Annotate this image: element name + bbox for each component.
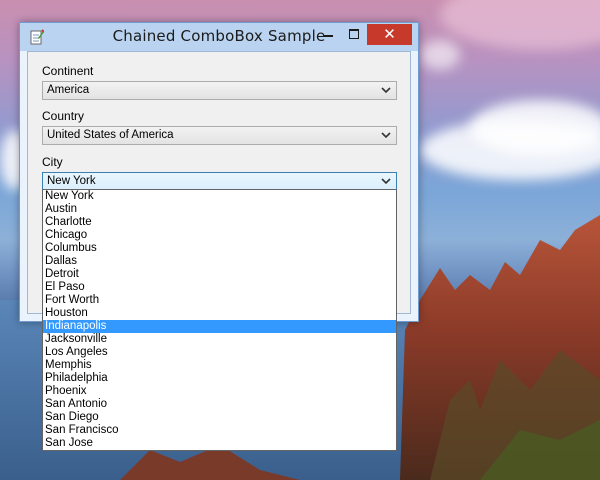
country-combobox[interactable]: United States of America xyxy=(42,126,397,145)
title-bar[interactable]: Chained ComboBox Sample ✕ xyxy=(20,23,418,51)
city-option[interactable]: Jacksonville xyxy=(43,333,396,346)
city-option[interactable]: San Francisco xyxy=(43,424,396,437)
city-option[interactable]: Chicago xyxy=(43,229,396,242)
city-option[interactable]: Columbus xyxy=(43,242,396,255)
minimize-button[interactable] xyxy=(316,24,340,45)
city-option[interactable]: San Jose xyxy=(43,437,396,450)
country-value: United States of America xyxy=(47,129,174,141)
close-icon: ✕ xyxy=(383,25,396,43)
country-label: Country xyxy=(42,109,85,123)
city-option[interactable]: San Diego xyxy=(43,411,396,424)
continent-value: America xyxy=(47,84,90,96)
city-option[interactable]: Detroit xyxy=(43,268,396,281)
city-option[interactable]: Philadelphia xyxy=(43,372,396,385)
city-option[interactable]: San Antonio xyxy=(43,398,396,411)
city-option[interactable]: Memphis xyxy=(43,359,396,372)
close-button[interactable]: ✕ xyxy=(367,24,412,45)
city-dropdown-list[interactable]: New York Austin Charlotte Chicago Columbus Da… xyxy=(42,189,397,451)
city-option[interactable]: Austin xyxy=(43,203,396,216)
city-option[interactable]: El Paso xyxy=(43,281,396,294)
city-option[interactable]: Houston xyxy=(43,307,396,320)
city-option[interactable]: Fort Worth xyxy=(43,294,396,307)
city-label: City xyxy=(42,155,63,169)
continent-label: Continent xyxy=(42,64,94,78)
city-option[interactable]: Dallas xyxy=(43,255,396,268)
continent-combobox[interactable]: America xyxy=(42,81,397,100)
city-value: New York xyxy=(47,175,96,187)
city-option[interactable]: Charlotte xyxy=(43,216,396,229)
chevron-down-icon xyxy=(381,178,391,185)
chevron-down-icon xyxy=(381,87,391,94)
chevron-down-icon xyxy=(381,132,391,139)
city-option[interactable]: Indianapolis xyxy=(43,320,396,333)
city-option[interactable]: Los Angeles xyxy=(43,346,396,359)
maximize-button[interactable] xyxy=(342,24,366,45)
city-option[interactable]: Phoenix xyxy=(43,385,396,398)
city-option[interactable]: New York xyxy=(43,190,396,203)
